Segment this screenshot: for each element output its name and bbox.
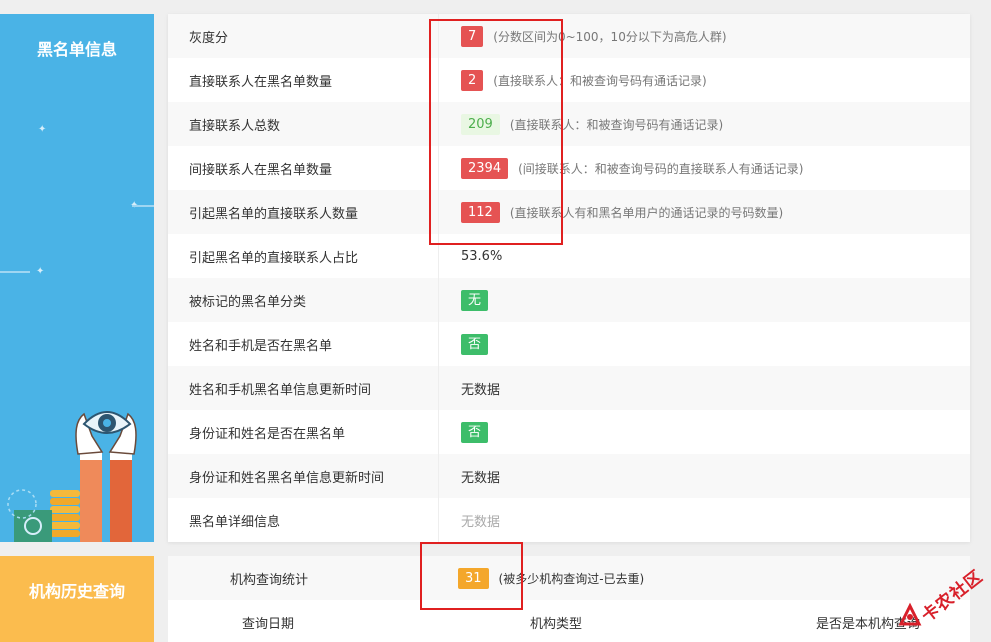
value-badge: 否 [461,333,489,355]
table-row: 姓名和手机黑名单信息更新时间 无数据 [168,366,970,410]
table-row: 间接联系人在黑名单数量 2394 (间接联系人：和被查询号码的直接联系人有通话记… [168,146,970,190]
blacklist-section-title: 黑名单信息 [36,40,117,59]
decor-line [0,271,30,273]
row-label: 引起黑名单的直接联系人占比 [189,250,359,266]
table-row: 引起黑名单的直接联系人占比 53.6% [168,234,970,278]
coin-stack-icon [50,490,80,537]
safe-icon [7,489,52,542]
table-row: 直接联系人在黑名单数量 2 (直接联系人：和被查询号码有通话记录) [168,58,970,102]
row-label: 身份证和姓名是否在黑名单 [189,426,346,442]
value-text: 53.6% [461,248,503,264]
row-label: 被标记的黑名单分类 [189,294,307,310]
column-header-type: 机构类型 [530,617,583,632]
highlight-box [429,19,563,245]
table-row: 直接联系人总数 209 (直接联系人：和被查询号码有通话记录) [168,102,970,146]
value-text: 无数据 [461,514,501,530]
row-value-cell: 无数据 [438,366,970,410]
sparkle-icon: ✦ [36,266,45,277]
table-row: 身份证和姓名是否在黑名单 否 [168,410,970,454]
value-text: 无数据 [461,470,501,486]
row-value-cell: 无数据 [438,498,970,542]
institution-history-table: 机构查询统计 31 (被多少机构查询过-已去重) 查询日期 机构类型 是否是本机… [168,556,970,642]
row-label: 黑名单详细信息 [189,514,281,530]
row-label: 灰度分 [189,30,229,46]
table-row: 黑名单详细信息 无数据 [168,498,970,542]
row-value-cell: 无数据 [438,454,970,498]
eye-hands-illustration [7,411,137,542]
value-badge: 无 [461,289,489,311]
table-header: 查询日期 机构类型 是否是本机构查询 [168,600,970,642]
row-value-cell: 否 [438,322,970,366]
column-header-date: 查询日期 [242,617,295,632]
kanong-watermark: 卡农社区 [893,552,991,642]
row-label: 直接联系人总数 [189,118,281,134]
row-label: 直接联系人在黑名单数量 [189,74,333,90]
sparkle-icon: ✦ [38,124,47,135]
history-section-title: 机构历史查询 [28,582,125,601]
row-value-cell: 否 [438,410,970,454]
table-row: 身份证和姓名黑名单信息更新时间 无数据 [168,454,970,498]
decor-line [132,205,154,207]
row-label: 引起黑名单的直接联系人数量 [189,206,359,222]
sidebar-history-panel: 机构历史查询 [0,556,154,642]
table-row: 姓名和手机是否在黑名单 否 [168,322,970,366]
value-text: 无数据 [461,382,501,398]
table-row: 被标记的黑名单分类 无 [168,278,970,322]
table-row: 灰度分 7 (分数区间为0~100，10分以下为高危人群) [168,14,970,58]
table-row: 引起黑名单的直接联系人数量 112 (直接联系人有和黑名单用户的通话记录的号码数… [168,190,970,234]
row-label: 身份证和姓名黑名单信息更新时间 [189,470,385,486]
row-value-cell: 无 [438,278,970,322]
sidebar-blacklist-panel: 黑名单信息 ✦ ✦ ✦ [0,14,154,542]
row-label: 姓名和手机黑名单信息更新时间 [189,382,372,398]
row-label: 间接联系人在黑名单数量 [189,162,333,178]
blacklist-info-table: 灰度分 7 (分数区间为0~100，10分以下为高危人群) 直接联系人在黑名单数… [168,14,970,542]
highlight-box [420,542,523,610]
table-row: 机构查询统计 31 (被多少机构查询过-已去重) [168,556,970,600]
row-label: 姓名和手机是否在黑名单 [189,338,333,354]
value-badge: 否 [461,421,489,443]
stat-label: 机构查询统计 [230,572,309,588]
watermark-text: 卡农社区 [918,566,988,627]
